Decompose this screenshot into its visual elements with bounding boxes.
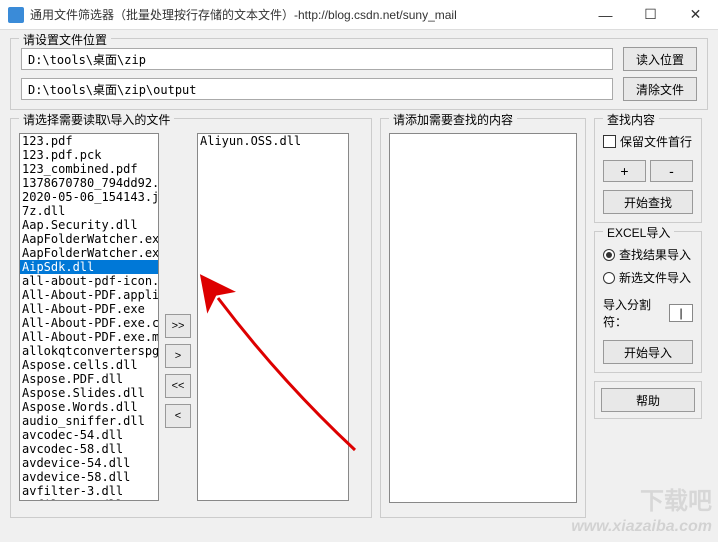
list-item[interactable]: All-About-PDF.exe.c bbox=[20, 316, 158, 330]
list-item[interactable]: AapFolderWatcher.ex bbox=[20, 232, 158, 246]
search-content-fieldset: 请添加需要查找的内容 bbox=[380, 118, 586, 518]
files-legend: 请选择需要读取\导入的文件 bbox=[19, 111, 174, 128]
list-item[interactable]: 1378670780_794dd92. bbox=[20, 176, 158, 190]
excel-panel: EXCEL导入 查找结果导入 新选文件导入 导入分割符： 开始导入 bbox=[594, 231, 702, 373]
move-all-right-button[interactable]: >> bbox=[165, 314, 191, 338]
help-button[interactable]: 帮助 bbox=[601, 388, 695, 412]
list-item[interactable]: All-About-PDF.exe bbox=[20, 302, 158, 316]
path-fieldset: 请设置文件位置 读入位置 清除文件 bbox=[10, 38, 708, 110]
import-results-label: 查找结果导入 bbox=[619, 246, 691, 263]
search-legend: 请添加需要查找的内容 bbox=[389, 111, 517, 128]
list-item[interactable]: 123.pdf bbox=[20, 134, 158, 148]
import-results-radio[interactable] bbox=[603, 249, 615, 261]
remove-button[interactable]: - bbox=[650, 160, 693, 182]
window-title: 通用文件筛选器（批量处理按行存储的文本文件）-http://blog.csdn.… bbox=[30, 6, 583, 23]
minimize-button[interactable]: — bbox=[583, 0, 628, 30]
list-item[interactable]: All-About-PDF.exe.m bbox=[20, 330, 158, 344]
list-item[interactable]: audio_sniffer.dll bbox=[20, 414, 158, 428]
help-panel: 帮助 bbox=[594, 381, 702, 419]
output-path-field[interactable] bbox=[21, 78, 613, 100]
selected-file-list[interactable]: Aliyun.OSS.dll bbox=[197, 133, 349, 501]
list-item[interactable]: avfilter-3.dll bbox=[20, 484, 158, 498]
start-import-button[interactable]: 开始导入 bbox=[603, 340, 693, 364]
list-item[interactable]: allokqtconverterspg bbox=[20, 344, 158, 358]
split-char-input[interactable] bbox=[669, 304, 693, 322]
list-item[interactable]: AipSdk.dll bbox=[20, 260, 158, 274]
find-panel: 查找内容 保留文件首行 + - 开始查找 bbox=[594, 118, 702, 223]
move-all-left-button[interactable]: << bbox=[165, 374, 191, 398]
find-legend: 查找内容 bbox=[603, 111, 659, 128]
maximize-button[interactable]: ☐ bbox=[628, 0, 673, 30]
read-location-button[interactable]: 读入位置 bbox=[623, 47, 697, 71]
move-right-button[interactable]: > bbox=[165, 344, 191, 368]
titlebar: 通用文件筛选器（批量处理按行存储的文本文件）-http://blog.csdn.… bbox=[0, 0, 718, 30]
clear-files-button[interactable]: 清除文件 bbox=[623, 77, 697, 101]
list-item[interactable]: AapFolderWatcher.ex bbox=[20, 246, 158, 260]
list-item[interactable]: avdevice-54.dll bbox=[20, 456, 158, 470]
keep-first-line-label: 保留文件首行 bbox=[620, 133, 692, 150]
close-button[interactable]: ✕ bbox=[673, 0, 718, 30]
source-file-list[interactable]: 123.pdf123.pdf.pck123_combined.pdf137867… bbox=[19, 133, 159, 501]
list-item[interactable]: Aap.Security.dll bbox=[20, 218, 158, 232]
input-path-field[interactable] bbox=[21, 48, 613, 70]
list-item[interactable]: all-about-pdf-icon. bbox=[20, 274, 158, 288]
files-fieldset: 请选择需要读取\导入的文件 123.pdf123.pdf.pck123_comb… bbox=[10, 118, 372, 518]
list-item[interactable]: Aspose.Slides.dll bbox=[20, 386, 158, 400]
app-icon bbox=[8, 7, 24, 23]
list-item[interactable]: avcodec-54.dll bbox=[20, 428, 158, 442]
list-item[interactable]: Aliyun.OSS.dll bbox=[198, 134, 348, 148]
search-content-textarea[interactable] bbox=[389, 133, 577, 503]
path-legend: 请设置文件位置 bbox=[19, 31, 111, 48]
start-find-button[interactable]: 开始查找 bbox=[603, 190, 693, 214]
list-item[interactable]: Aspose.PDF.dll bbox=[20, 372, 158, 386]
add-button[interactable]: + bbox=[603, 160, 646, 182]
list-item[interactable]: 123.pdf.pck bbox=[20, 148, 158, 162]
list-item[interactable]: 7z.dll bbox=[20, 204, 158, 218]
list-item[interactable]: Aspose.cells.dll bbox=[20, 358, 158, 372]
list-item[interactable]: avdevice-58.dll bbox=[20, 470, 158, 484]
import-new-files-radio[interactable] bbox=[603, 272, 615, 284]
list-item[interactable]: avcodec-58.dll bbox=[20, 442, 158, 456]
move-left-button[interactable]: < bbox=[165, 404, 191, 428]
list-item[interactable]: Aspose.Words.dll bbox=[20, 400, 158, 414]
keep-first-line-checkbox[interactable] bbox=[603, 135, 616, 148]
list-item[interactable]: All-About-PDF.appli bbox=[20, 288, 158, 302]
excel-legend: EXCEL导入 bbox=[603, 224, 674, 241]
split-label: 导入分割符： bbox=[603, 296, 665, 330]
import-new-files-label: 新选文件导入 bbox=[619, 269, 691, 286]
list-item[interactable]: 123_combined.pdf bbox=[20, 162, 158, 176]
list-item[interactable]: 2020-05-06_154143.j bbox=[20, 190, 158, 204]
list-item[interactable]: avfilter-7.dll bbox=[20, 498, 158, 501]
